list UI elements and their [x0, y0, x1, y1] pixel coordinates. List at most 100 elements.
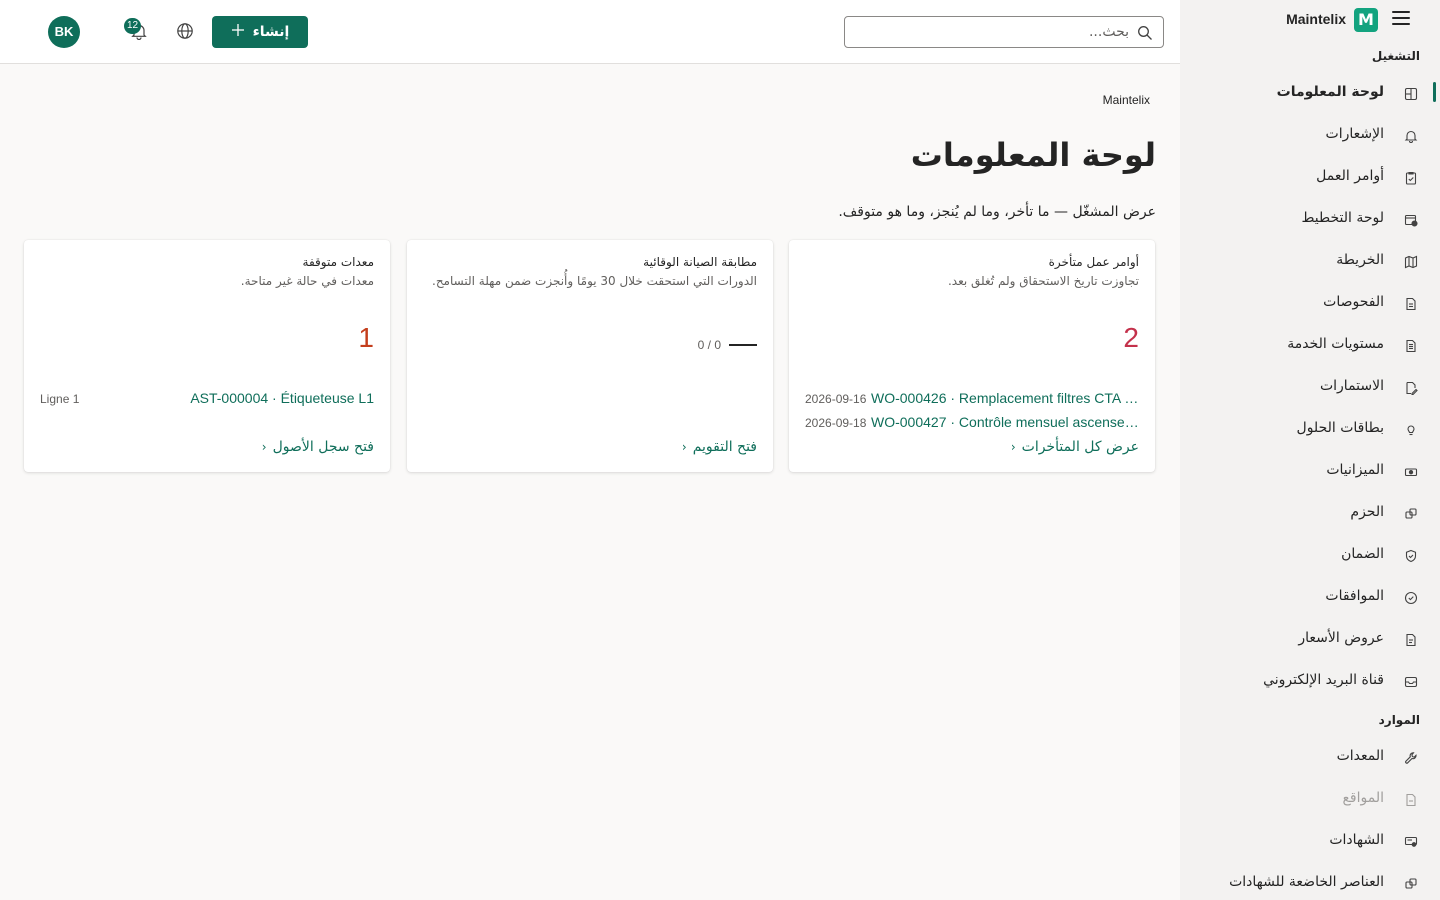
sidebar-item-warranty[interactable]: الضمان: [1180, 538, 1440, 574]
sidebar-item-map[interactable]: الخريطة: [1180, 244, 1440, 280]
compliance-value: 0 / 0: [698, 338, 757, 352]
sidebar-item-certificates[interactable]: الشهادات: [1180, 824, 1440, 860]
search-box[interactable]: [844, 16, 1164, 48]
sidebar-item-dashboard[interactable]: لوحة المعلومات: [1180, 76, 1440, 112]
card-description: معدات في حالة غير متاحة.: [240, 274, 374, 288]
certified-items-icon: [1404, 876, 1418, 890]
sidebar-item-label: الميزانيات: [1326, 462, 1384, 478]
globe-icon[interactable]: [174, 22, 194, 42]
sidebar-item-email-channel[interactable]: قناة البريد الإلكتروني: [1180, 664, 1440, 700]
app-logo: M: [1354, 8, 1378, 32]
open-calendar-link[interactable]: فتح التقويم ‹: [682, 439, 757, 455]
sidebar-item-label: الشهادات: [1329, 832, 1384, 848]
overdue-count: 2: [1123, 322, 1139, 353]
sidebar-item-label: لوحة المعلومات: [1276, 84, 1384, 100]
sidebar-item-label: المعدات: [1336, 748, 1384, 764]
menu-toggle-icon[interactable]: [1392, 11, 1410, 25]
work-order-link[interactable]: WO-000427 · Contrôle mensuel ascenseu...: [871, 414, 1139, 430]
sidebar-item-label: مستويات الخدمة: [1287, 336, 1384, 352]
app-name: Maintelix: [1286, 11, 1346, 27]
create-button[interactable]: إنشاء: [212, 16, 308, 48]
view-all-overdue-link[interactable]: عرض كل المتأخرات ‹: [1011, 439, 1139, 455]
sidebar-item-certified-items[interactable]: العناصر الخاضعة للشهادات: [1180, 866, 1440, 900]
work-order-link[interactable]: WO-000426 · Remplacement filtres CTA É..…: [871, 390, 1139, 406]
list-item: WO-000426 · Remplacement filtres CTA É..…: [805, 390, 1139, 410]
sidebar-item-label: الموافقات: [1325, 588, 1384, 604]
avatar[interactable]: BK: [48, 16, 80, 48]
sidebar-item-locations[interactable]: المواقع: [1180, 782, 1440, 818]
money-icon: [1404, 464, 1418, 478]
sidebar-item-work-orders[interactable]: أوامر العمل: [1180, 160, 1440, 196]
sidebar-item-forms[interactable]: الاستمارات: [1180, 370, 1440, 406]
plus-icon: [231, 23, 245, 41]
shield-check-icon: [1404, 548, 1418, 563]
overdue-work-orders-card: أوامر عمل متأخرة تجاوزت تاريخ الاستحقاق …: [789, 240, 1155, 472]
sidebar-item-solution-cards[interactable]: بطاقات الحلول: [1180, 412, 1440, 448]
sidebar-item-approvals[interactable]: الموافقات: [1180, 580, 1440, 616]
sidebar-item-label: العناصر الخاضعة للشهادات: [1229, 874, 1384, 890]
link-label: فتح سجل الأصول: [272, 439, 374, 455]
sidebar-item-label: المواقع: [1342, 790, 1384, 806]
sidebar-item-label: لوحة التخطيط: [1301, 210, 1384, 226]
top-bar: إنشاء 12 BK: [0, 0, 1180, 64]
active-indicator: [1433, 82, 1436, 102]
section-title-operations: التشغيل: [1371, 49, 1420, 63]
certificate-icon: [1404, 834, 1418, 848]
pm-compliance-card: مطابقة الصيانة الوقائية الدورات التي است…: [407, 240, 773, 472]
list-item: AST-000004 · Étiqueteuse L1 Ligne 1: [40, 390, 374, 410]
sidebar-item-planning-board[interactable]: لوحة التخطيط: [1180, 202, 1440, 238]
asset-link[interactable]: AST-000004 · Étiqueteuse L1: [190, 390, 374, 406]
sidebar-item-quotes[interactable]: عروض الأسعار: [1180, 622, 1440, 658]
due-date: 2026-09-16: [805, 392, 867, 406]
document-list-icon: [1404, 338, 1418, 353]
sidebar-item-label: الخريطة: [1336, 252, 1384, 268]
page-title: لوحة المعلومات: [910, 136, 1156, 174]
brand-bar: M Maintelix: [1180, 8, 1440, 32]
open-asset-register-link[interactable]: فتح سجل الأصول ‹: [262, 439, 374, 455]
clipboard-check-icon: [1404, 170, 1418, 185]
form-edit-icon: [1404, 380, 1418, 396]
packages-icon: [1404, 506, 1418, 520]
location-document-icon: [1404, 792, 1418, 807]
sidebar-item-label: قناة البريد الإلكتروني: [1263, 672, 1384, 688]
breadcrumb[interactable]: Maintelix: [1103, 93, 1150, 107]
check-circle-icon: [1404, 590, 1418, 605]
card-description: تجاوزت تاريخ الاستحقاق ولم تُغلق بعد.: [947, 274, 1139, 288]
calendar-clock-icon: [1404, 212, 1418, 227]
notification-badge: 12: [124, 18, 142, 34]
wrench-icon: [1404, 750, 1418, 764]
sidebar-item-label: بطاقات الحلول: [1296, 420, 1384, 436]
link-label: فتح التقويم: [692, 439, 757, 455]
sidebar-item-equipment[interactable]: المعدات: [1180, 740, 1440, 776]
card-title: مطابقة الصيانة الوقائية: [643, 255, 757, 269]
section-title-resources: الموارد: [1378, 713, 1420, 727]
sidebar-item-service-levels[interactable]: مستويات الخدمة: [1180, 328, 1440, 364]
search-input[interactable]: [859, 17, 1129, 47]
quote-document-icon: [1404, 632, 1418, 647]
sidebar-item-label: الإشعارات: [1325, 126, 1384, 142]
list-item: WO-000427 · Contrôle mensuel ascenseu...…: [805, 414, 1139, 434]
compliance-ratio: 0 / 0: [697, 338, 721, 352]
sidebar-item-label: أوامر العمل: [1316, 168, 1384, 184]
sidebar-item-label: الحزم: [1350, 504, 1384, 520]
due-date: 2026-09-18: [805, 416, 867, 430]
page-subtitle: عرض المشغّل — ما تأخر، وما لم يُنجز، وما…: [838, 204, 1156, 220]
chevron-left-icon: ‹: [681, 440, 687, 454]
down-equipment-count: 1: [358, 322, 374, 353]
sidebar-item-inspections[interactable]: الفحوصات: [1180, 286, 1440, 322]
dashboard-icon: [1404, 86, 1418, 101]
sidebar-item-label: الفحوصات: [1323, 294, 1384, 310]
empty-value-dash: [729, 344, 757, 346]
sidebar-item-label: الضمان: [1341, 546, 1384, 562]
sidebar-item-notifications[interactable]: الإشعارات: [1180, 118, 1440, 154]
sidebar-item-packages[interactable]: الحزم: [1180, 496, 1440, 532]
card-description: الدورات التي استحقت خلال 30 يومًا وأُنجز…: [432, 274, 757, 288]
card-title: معدات متوقفة: [302, 255, 374, 269]
asset-location: Ligne 1: [40, 392, 80, 406]
sidebar-item-label: عروض الأسعار: [1298, 630, 1384, 646]
mail-icon: [1404, 674, 1418, 688]
sidebar-item-budgets[interactable]: الميزانيات: [1180, 454, 1440, 490]
bell-icon: [1404, 128, 1418, 143]
map-icon: [1404, 254, 1418, 269]
chevron-left-icon: ‹: [261, 440, 267, 454]
